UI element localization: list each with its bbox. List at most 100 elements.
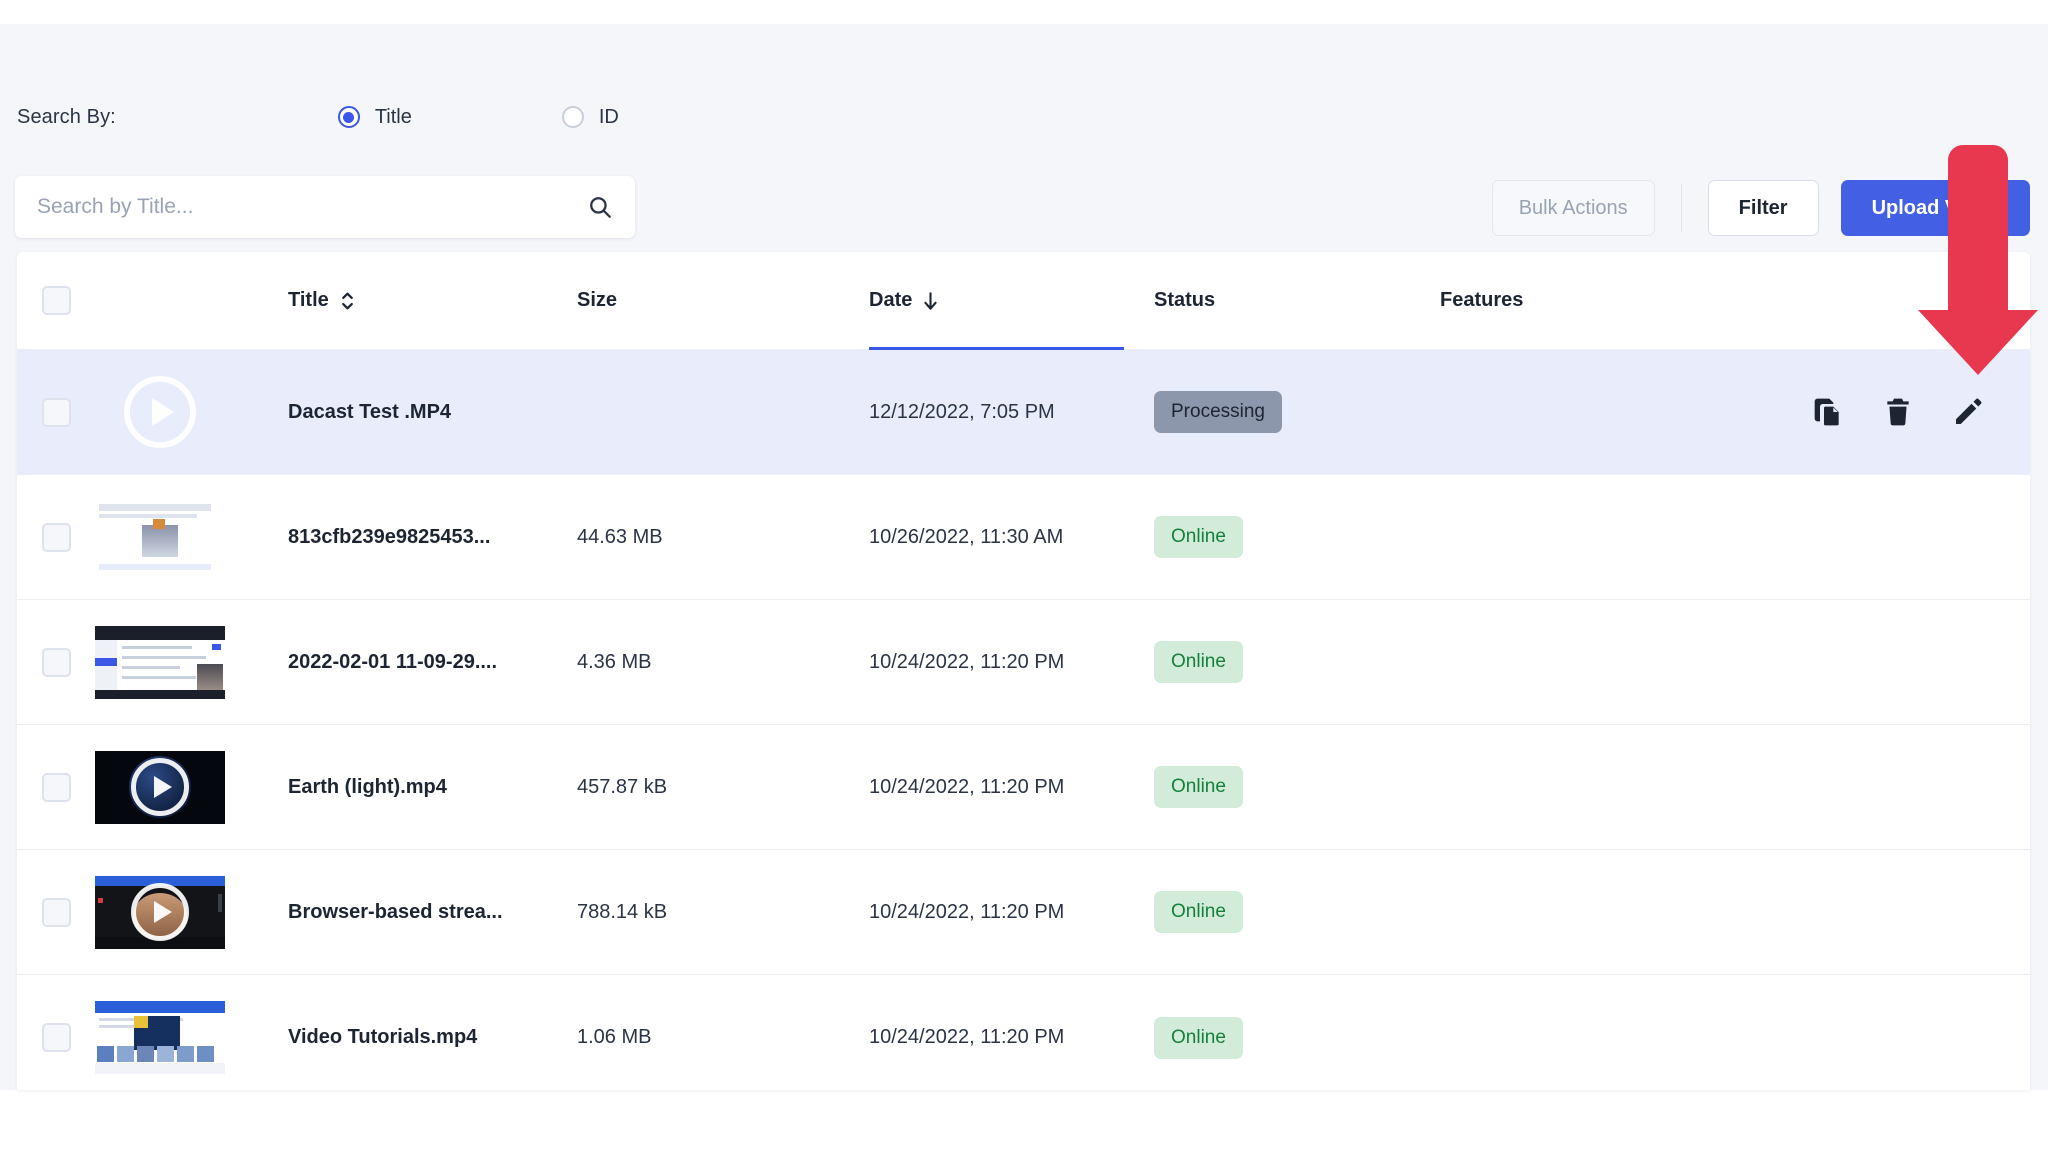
row-select-cell[interactable] — [17, 397, 95, 427]
search-by-group: Search By: Title ID — [17, 100, 619, 134]
row-size: 788.14 kB — [577, 900, 668, 923]
table-row[interactable]: Video Tutorials.mp4 1.06 MB 10/24/2022, … — [17, 975, 2030, 1090]
column-header-size[interactable]: Size — [577, 289, 869, 312]
status-badge: Online — [1154, 516, 1243, 558]
pencil-icon[interactable] — [1952, 396, 1984, 428]
column-header-features[interactable]: Features — [1440, 289, 1730, 312]
row-date: 10/24/2022, 11:20 PM — [869, 1026, 1065, 1048]
row-thumbnail-cell[interactable] — [95, 750, 288, 824]
row-date-cell: 10/24/2022, 11:20 PM — [869, 776, 1154, 799]
column-header-status-label: Status — [1154, 289, 1216, 311]
toolbar: Search By: Title ID Bulk Actions Filter … — [0, 24, 2048, 248]
row-date-cell: 10/26/2022, 11:30 AM — [869, 526, 1154, 549]
column-header-date-label: Date — [869, 289, 913, 311]
row-checkbox[interactable] — [41, 897, 71, 927]
row-checkbox[interactable] — [41, 647, 71, 677]
thumbnail-placeholder[interactable] — [95, 376, 225, 449]
row-status-cell: Online — [1154, 891, 1440, 933]
row-select-cell[interactable] — [17, 522, 95, 552]
table-row[interactable]: 813cfb239e9825453... 44.63 MB 10/26/2022… — [17, 475, 2030, 600]
table-row[interactable]: 2022-02-01 11-09-29.... 4.36 MB 10/24/20… — [17, 600, 2030, 725]
search-by-radio-group[interactable]: Title ID — [337, 105, 619, 129]
row-date-cell: 10/24/2022, 11:20 PM — [869, 651, 1154, 674]
radio-option-id[interactable]: ID — [561, 105, 619, 129]
column-header-title[interactable]: Title — [288, 289, 577, 312]
column-header-features-label: Features — [1440, 289, 1524, 311]
upload-video-button[interactable]: Upload Video — [1840, 180, 2030, 236]
row-checkbox[interactable] — [41, 522, 71, 552]
radio-title-label: Title — [374, 105, 412, 128]
arrow-down-icon[interactable] — [922, 290, 939, 312]
search-box[interactable] — [15, 176, 635, 238]
search-input[interactable] — [37, 195, 587, 219]
row-date: 12/12/2022, 7:05 PM — [869, 400, 1055, 423]
row-date: 10/24/2022, 11:20 PM — [869, 775, 1065, 798]
radio-title-icon[interactable] — [337, 106, 360, 128]
table-row[interactable]: Earth (light).mp4 457.87 kB 10/24/2022, … — [17, 725, 2030, 850]
toolbar-divider — [1680, 184, 1682, 232]
row-title-cell: Video Tutorials.mp4 — [288, 1026, 577, 1049]
toolbar-actions: Bulk Actions Filter Upload Video — [1491, 180, 2030, 236]
row-thumbnail-cell[interactable] — [95, 625, 288, 699]
table-row[interactable]: Browser-based strea... 788.14 kB 10/24/2… — [17, 850, 2030, 975]
row-size-cell: 44.63 MB — [577, 526, 869, 549]
row-size: 1.06 MB — [577, 1026, 652, 1048]
column-header-date[interactable]: Date — [869, 252, 1154, 351]
row-actions-cell — [1730, 396, 2030, 428]
row-thumbnail-cell[interactable] — [95, 500, 288, 574]
row-checkbox[interactable] — [41, 397, 71, 427]
row-thumbnail-cell[interactable] — [95, 376, 288, 449]
radio-id-label: ID — [598, 105, 619, 128]
row-select-cell[interactable] — [17, 1023, 95, 1052]
row-select-cell[interactable] — [17, 647, 95, 677]
video-thumbnail[interactable] — [95, 750, 225, 824]
row-size-cell: 788.14 kB — [577, 901, 869, 924]
row-thumbnail-cell[interactable] — [95, 875, 288, 949]
row-date-cell: 10/24/2022, 11:20 PM — [869, 901, 1154, 924]
video-thumbnail[interactable] — [95, 875, 225, 949]
row-select-cell[interactable] — [17, 897, 95, 927]
row-checkbox[interactable] — [41, 1023, 71, 1052]
row-title-cell: Earth (light).mp4 — [288, 776, 577, 799]
column-header-status[interactable]: Status — [1154, 289, 1440, 312]
bulk-actions-button[interactable]: Bulk Actions — [1491, 180, 1655, 236]
row-status-cell: Online — [1154, 766, 1440, 808]
row-size: 457.87 kB — [577, 775, 668, 798]
select-all-checkbox[interactable] — [41, 286, 71, 315]
row-title: Dacast Test .MP4 — [288, 400, 452, 423]
row-status-cell: Online — [1154, 516, 1440, 558]
column-header-title-label: Title — [288, 289, 329, 311]
row-size: 4.36 MB — [577, 650, 652, 673]
radio-option-title[interactable]: Title — [337, 105, 412, 129]
row-size-cell: 457.87 kB — [577, 776, 869, 799]
play-icon[interactable] — [131, 758, 189, 816]
sort-updown-icon[interactable] — [339, 290, 356, 312]
row-date-cell: 12/12/2022, 7:05 PM — [869, 401, 1154, 424]
row-select-cell[interactable] — [17, 772, 95, 802]
row-thumbnail-cell[interactable] — [95, 1001, 288, 1074]
filter-button[interactable]: Filter — [1707, 180, 1819, 236]
duplicate-icon[interactable] — [1812, 396, 1844, 428]
table-row[interactable]: Dacast Test .MP4 12/12/2022, 7:05 PM Pro… — [17, 350, 2030, 475]
radio-id-icon[interactable] — [561, 106, 584, 128]
row-title-cell: 813cfb239e9825453... — [288, 526, 577, 549]
row-title: Video Tutorials.mp4 — [288, 1026, 478, 1048]
video-table-card: Title Size Date Status Features Dacast T… — [17, 252, 2030, 1090]
play-icon[interactable] — [124, 376, 196, 448]
video-thumbnail[interactable] — [95, 500, 225, 574]
video-thumbnail[interactable] — [95, 625, 225, 699]
status-badge: Online — [1154, 891, 1243, 933]
row-size: 44.63 MB — [577, 525, 663, 548]
play-icon[interactable] — [131, 883, 189, 941]
row-date-cell: 10/24/2022, 11:20 PM — [869, 1026, 1154, 1049]
status-badge: Online — [1154, 641, 1243, 683]
video-thumbnail[interactable] — [95, 1001, 225, 1074]
search-icon[interactable] — [587, 194, 613, 220]
table-header-row: Title Size Date Status Features — [17, 252, 2030, 351]
trash-icon[interactable] — [1882, 396, 1914, 428]
row-checkbox[interactable] — [41, 772, 71, 802]
column-header-size-label: Size — [577, 289, 618, 311]
row-size-cell: 1.06 MB — [577, 1026, 869, 1049]
select-all-cell[interactable] — [17, 286, 95, 315]
row-date: 10/26/2022, 11:30 AM — [869, 525, 1064, 548]
